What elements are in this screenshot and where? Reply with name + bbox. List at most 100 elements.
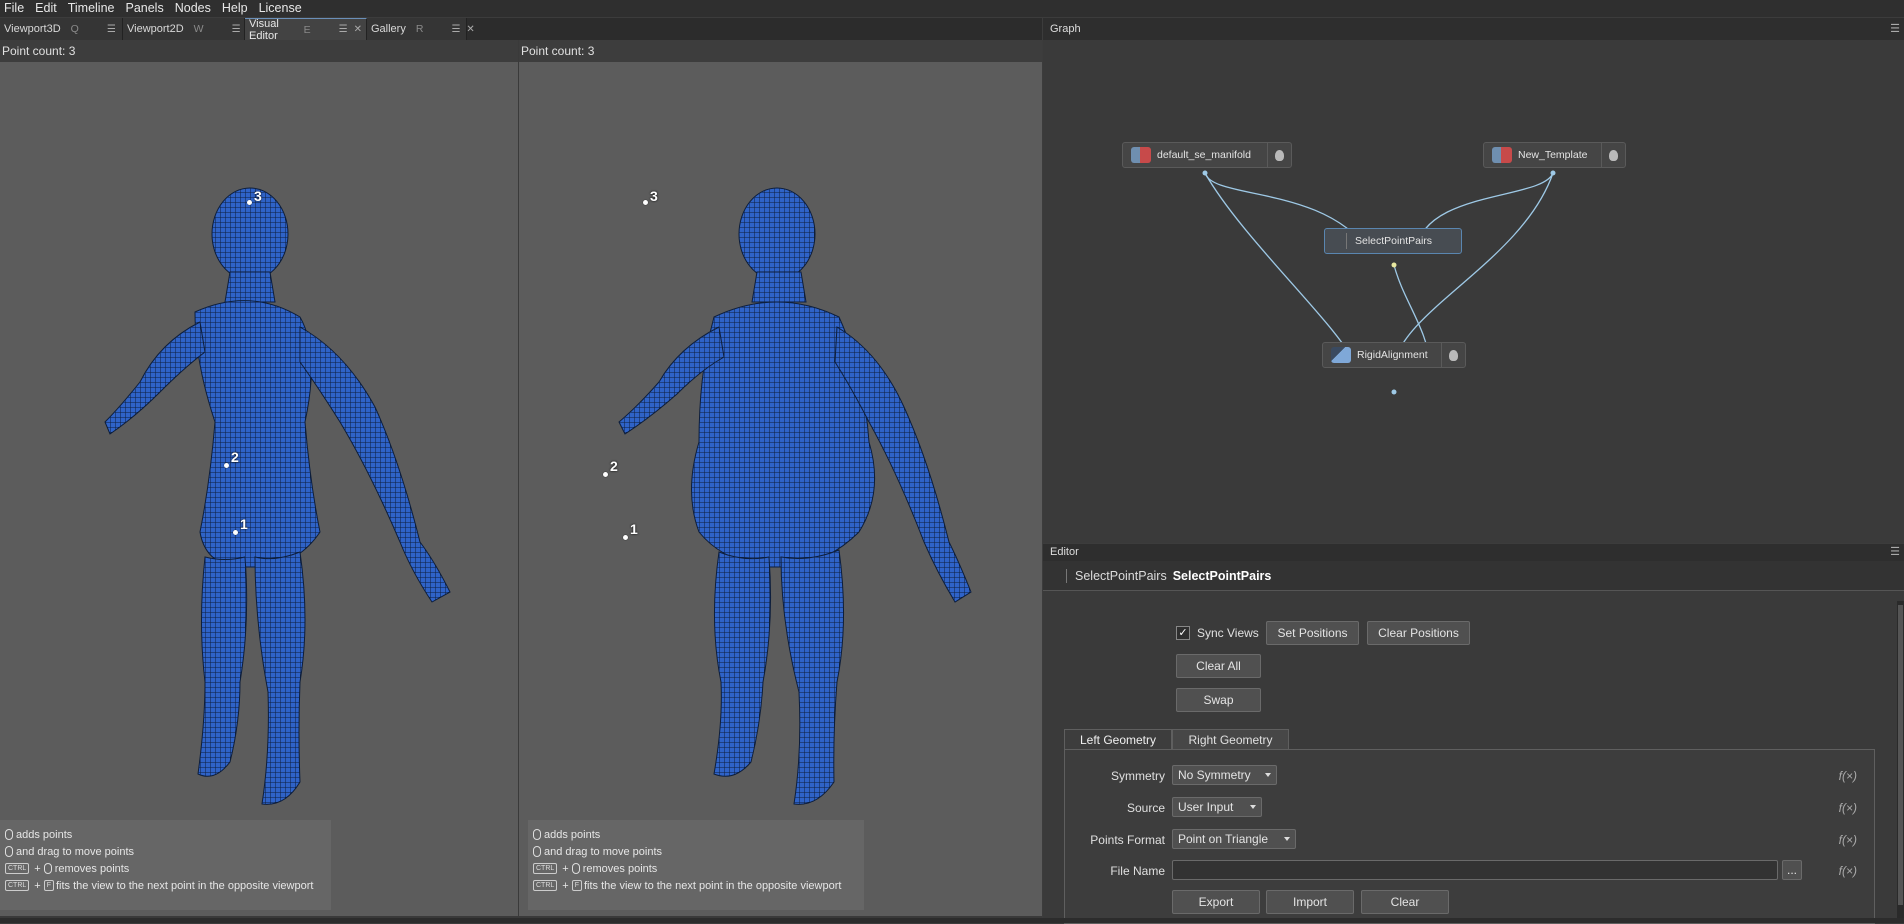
tab-menu-icon[interactable]: ☰ xyxy=(339,24,348,35)
body-mesh-right[interactable] xyxy=(519,62,1042,822)
menu-license[interactable]: License xyxy=(255,0,306,17)
point-marker-3[interactable] xyxy=(247,200,252,205)
graph-header: Graph ☰ xyxy=(1043,18,1904,40)
point-label-2: 2 xyxy=(231,449,239,465)
menu-edit[interactable]: Edit xyxy=(31,0,61,17)
mouse-icon xyxy=(43,863,52,874)
editor-node-title: SelectPointPairs SelectPointPairs xyxy=(1043,561,1904,591)
node-label: default_se_manifold xyxy=(1157,149,1251,161)
source-dropdown[interactable]: User Input xyxy=(1172,797,1262,817)
node-rigid-alignment[interactable]: RigidAlignment xyxy=(1322,342,1466,368)
import-button[interactable]: Import xyxy=(1266,890,1354,914)
ctrl-key-icon: CTRL xyxy=(5,863,30,874)
point-label-2: 2 xyxy=(610,458,618,474)
hint-row: CTRL + removes points xyxy=(533,860,864,877)
point-pairs-icon xyxy=(1053,568,1067,583)
tab-shortcut: Q xyxy=(70,23,79,35)
body-mesh-left[interactable] xyxy=(0,62,518,822)
point-label-3: 3 xyxy=(254,188,262,204)
point-marker-2[interactable] xyxy=(224,463,229,468)
function-icon[interactable]: f(×) xyxy=(1839,864,1857,878)
tab-gallery[interactable]: Gallery R ☰ ✕ xyxy=(367,18,475,40)
points-format-dropdown[interactable]: Point on Triangle xyxy=(1172,829,1296,849)
file-name-input[interactable] xyxy=(1172,860,1778,880)
f-key-icon: F xyxy=(571,880,582,891)
tab-menu-icon[interactable]: ☰ xyxy=(107,24,116,35)
panel-title: Graph xyxy=(1050,23,1081,35)
left-viewport[interactable]: Point count: 3 3 2 1 adds points and dra… xyxy=(0,40,518,916)
swap-button[interactable]: Swap xyxy=(1176,688,1261,712)
hint-row: and drag to move points xyxy=(5,843,331,860)
editor-scrollbar[interactable] xyxy=(1897,601,1904,920)
hint-row: and drag to move points xyxy=(533,843,864,860)
point-label-3: 3 xyxy=(650,188,658,204)
menu-panels[interactable]: Panels xyxy=(121,0,167,17)
point-marker-1[interactable] xyxy=(233,530,238,535)
mouse-icon xyxy=(533,829,541,840)
symmetry-dropdown[interactable]: No Symmetry xyxy=(1172,765,1277,785)
function-icon[interactable]: f(×) xyxy=(1839,769,1857,783)
function-icon[interactable]: f(×) xyxy=(1839,833,1857,847)
node-select-point-pairs[interactable]: SelectPointPairs xyxy=(1324,228,1462,254)
ctrl-key-icon: CTRL xyxy=(5,880,30,891)
alignment-icon xyxy=(1331,347,1351,363)
tab-viewport3d[interactable]: Viewport3D Q ☰ ✕ xyxy=(0,18,130,40)
mesh-icon xyxy=(1492,147,1512,163)
mouse-icon xyxy=(5,829,13,840)
menu-help[interactable]: Help xyxy=(218,0,252,17)
function-icon[interactable]: f(×) xyxy=(1839,801,1857,815)
menu-nodes[interactable]: Nodes xyxy=(171,0,215,17)
tab-menu-icon[interactable]: ☰ xyxy=(232,24,241,35)
panel-menu-icon[interactable]: ☰ xyxy=(1890,18,1900,40)
tab-menu-icon[interactable]: ☰ xyxy=(451,24,460,35)
left-dock: Viewport3D Q ☰ ✕ Viewport2D W ☰ ✕ Visual… xyxy=(0,18,1042,918)
clear-all-button[interactable]: Clear All xyxy=(1176,654,1261,678)
menu-bar: File Edit Timeline Panels Nodes Help Lic… xyxy=(0,0,1904,17)
node-label: RigidAlignment xyxy=(1357,349,1428,361)
tab-close-icon[interactable]: ✕ xyxy=(354,24,362,35)
chevron-down-icon xyxy=(1265,773,1271,777)
symmetry-label: Symmetry xyxy=(1111,769,1165,783)
point-count: Point count: 3 xyxy=(519,40,1042,62)
point-marker-1[interactable] xyxy=(623,535,628,540)
sync-views-checkbox[interactable]: ✓ xyxy=(1176,626,1190,640)
node-new-template[interactable]: New_Template xyxy=(1483,142,1626,168)
tab-left-geometry[interactable]: Left Geometry xyxy=(1064,729,1172,749)
source-label: Source xyxy=(1126,801,1165,815)
point-marker-2[interactable] xyxy=(603,472,608,477)
mouse-icon xyxy=(533,846,541,857)
clear-positions-button[interactable]: Clear Positions xyxy=(1367,621,1470,645)
panel-title: Editor xyxy=(1050,546,1079,558)
graph-panel: Graph ☰ default_se_manifold New_Template… xyxy=(1043,18,1904,543)
export-button[interactable]: Export xyxy=(1172,890,1260,914)
bulb-icon[interactable] xyxy=(1601,143,1625,167)
points-format-label: Points Format xyxy=(1090,833,1165,847)
tab-close-icon[interactable]: ✕ xyxy=(466,24,474,35)
hint-row: adds points xyxy=(5,826,331,843)
dock-tab-bar: Viewport3D Q ☰ ✕ Viewport2D W ☰ ✕ Visual… xyxy=(0,18,1042,42)
bulb-icon[interactable] xyxy=(1267,143,1291,167)
clear-button[interactable]: Clear xyxy=(1361,890,1449,914)
browse-button[interactable]: ... xyxy=(1782,860,1802,880)
point-count: Point count: 3 xyxy=(0,40,518,62)
ctrl-key-icon: CTRL xyxy=(533,880,558,891)
left-geometry-panel: Symmetry No Symmetry f(×) Source User In… xyxy=(1064,749,1875,924)
tab-right-geometry[interactable]: Right Geometry xyxy=(1172,729,1289,749)
status-bar xyxy=(0,918,1904,923)
tab-viewport2d[interactable]: Viewport2D W ☰ ✕ xyxy=(123,18,255,40)
menu-file[interactable]: File xyxy=(0,0,28,17)
tab-visual-editor[interactable]: Visual Editor E ☰ ✕ xyxy=(245,18,367,42)
scrollbar-thumb[interactable] xyxy=(1898,605,1903,905)
panel-menu-icon[interactable]: ☰ xyxy=(1890,544,1900,561)
point-label-1: 1 xyxy=(630,521,638,537)
bulb-icon[interactable] xyxy=(1441,343,1465,367)
right-viewport[interactable]: Point count: 3 3 2 1 adds points and dra… xyxy=(519,40,1042,916)
editor-panel: Editor ☰ SelectPointPairs SelectPointPai… xyxy=(1043,544,1904,924)
set-positions-button[interactable]: Set Positions xyxy=(1266,621,1359,645)
tab-shortcut: W xyxy=(193,23,204,35)
menu-timeline[interactable]: Timeline xyxy=(64,0,119,17)
mouse-icon xyxy=(5,846,13,857)
node-default-se-manifold[interactable]: default_se_manifold xyxy=(1122,142,1292,168)
hint-panel: adds points and drag to move points CTRL… xyxy=(0,820,331,910)
point-marker-3[interactable] xyxy=(643,200,648,205)
